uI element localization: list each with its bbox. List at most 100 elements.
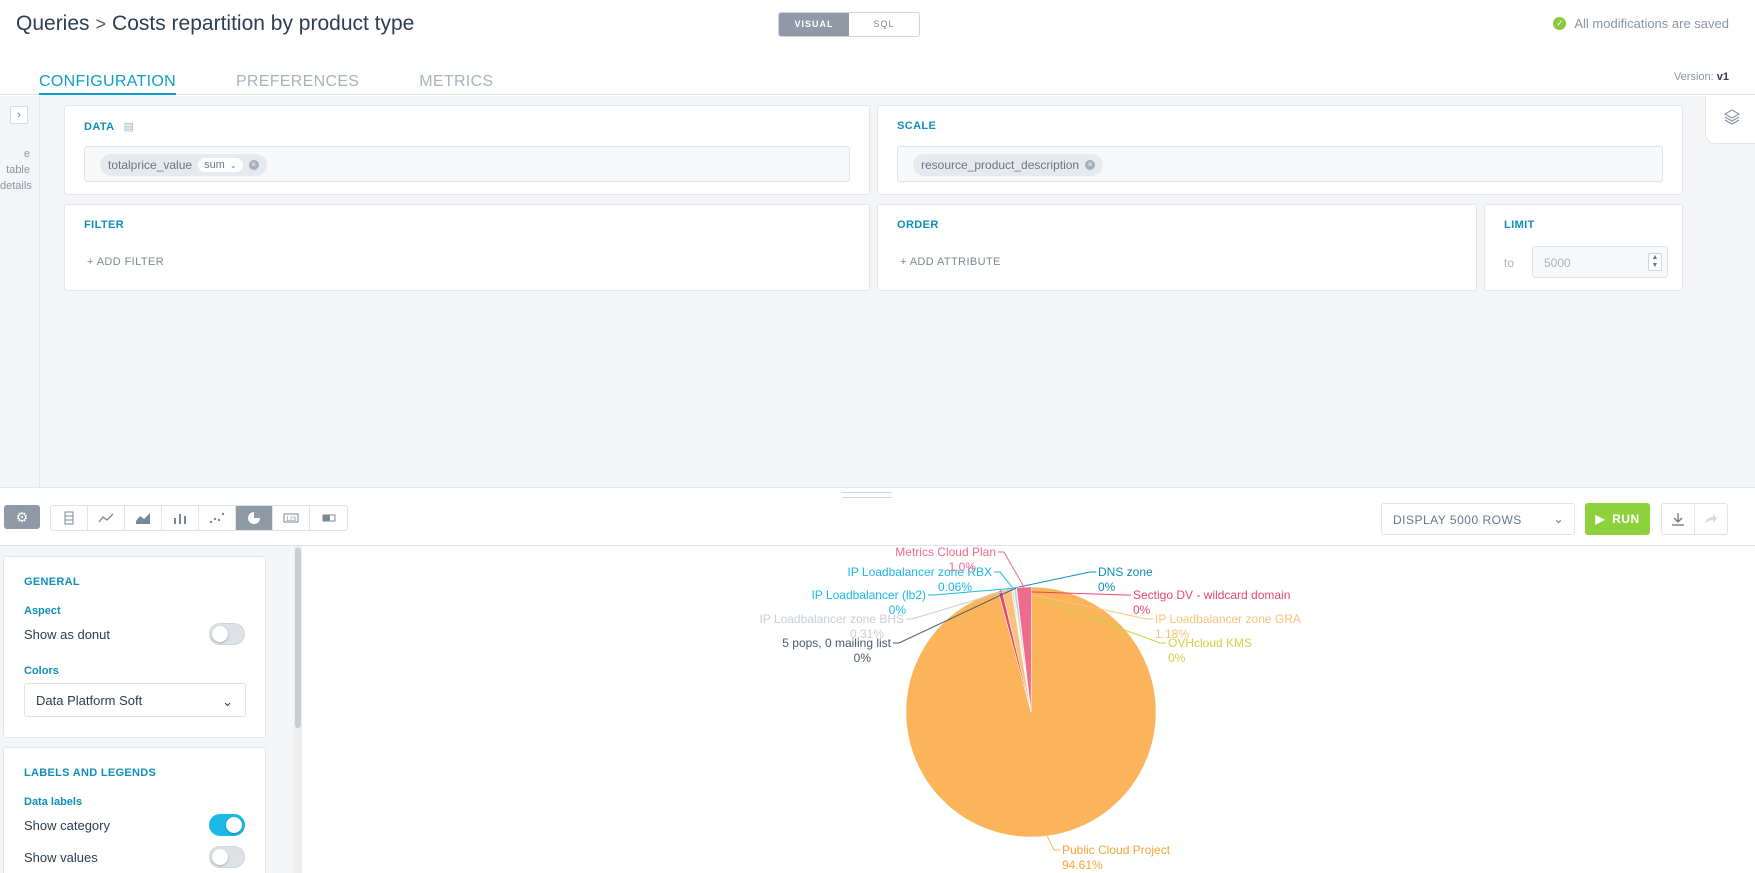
run-label: RUN <box>1612 512 1640 526</box>
aggregation-select[interactable]: sum ⌄ <box>198 158 243 172</box>
scale-dropzone[interactable]: resource_product_description × <box>897 146 1663 182</box>
divider <box>0 487 1755 488</box>
pie-label-category: IP Loadbalancer (lb2) <box>811 588 926 602</box>
limit-input[interactable]: 5000 ▲ ▼ <box>1532 246 1668 278</box>
chart-type-selector: 123 <box>50 505 348 531</box>
breadcrumb-separator: > <box>95 13 107 34</box>
pie-label-category: IP Loadbalancer zone GRA <box>1155 612 1301 626</box>
table-chart-icon[interactable] <box>51 506 88 530</box>
limit-to-label: to <box>1504 256 1515 270</box>
area-chart-icon[interactable] <box>125 506 162 530</box>
number-chart-icon[interactable]: 123 <box>273 506 310 530</box>
pie-label-value: 0% <box>1133 603 1151 617</box>
show-category-toggle[interactable] <box>209 814 245 836</box>
scrollbar-thumb[interactable] <box>295 548 301 728</box>
remove-icon[interactable]: × <box>1085 160 1096 170</box>
data-card: DATA ▤ totalprice_value sum ⌄ × <box>64 105 870 195</box>
remove-icon[interactable]: × <box>248 160 259 170</box>
plus-icon: + <box>900 256 910 268</box>
settings-gear-icon[interactable]: ⚙ <box>4 505 40 529</box>
show-category-label: Show category <box>24 818 110 833</box>
show-values-toggle[interactable] <box>209 846 245 868</box>
show-values-label: Show values <box>24 850 98 865</box>
pie-leader-line <box>1046 835 1060 851</box>
pie-label-category: Sectigo DV - wildcard domain <box>1133 588 1290 602</box>
download-icon <box>1672 513 1684 526</box>
scatter-chart-icon[interactable] <box>199 506 236 530</box>
version-label: Version: <box>1673 71 1714 83</box>
pie-label-category: Metrics Cloud Plan <box>895 546 996 559</box>
aspect-title: Aspect <box>24 605 61 617</box>
sql-mode-button[interactable]: SQL <box>849 13 919 36</box>
gauge-chart-icon[interactable] <box>310 506 347 530</box>
layers-dock[interactable] <box>1705 96 1755 144</box>
add-attribute-button[interactable]: + ADD ATTRIBUTE <box>900 256 1001 268</box>
donut-label: Show as donut <box>24 627 111 642</box>
data-title: DATA ▤ <box>84 120 134 133</box>
save-status: ✓ All modifications are saved <box>1553 16 1729 31</box>
filter-card: FILTER + ADD FILTER <box>64 204 870 291</box>
line-chart-icon[interactable] <box>88 506 125 530</box>
add-filter-label: ADD FILTER <box>96 256 165 268</box>
general-card: GENERAL Aspect Show as donut Colors Data… <box>3 556 266 738</box>
table-details-label[interactable]: e table details <box>0 146 32 194</box>
tab-metrics[interactable]: METRICS <box>419 73 493 95</box>
scale-field-chip[interactable]: resource_product_description × <box>913 154 1104 176</box>
chevron-down-icon: ⌄ <box>1553 512 1564 526</box>
scale-field-name: resource_product_description <box>921 158 1080 172</box>
tab-preferences[interactable]: PREFERENCES <box>236 73 359 95</box>
data-title-text: DATA <box>84 121 115 133</box>
scale-title: SCALE <box>897 120 937 132</box>
save-status-text: All modifications are saved <box>1574 16 1729 31</box>
breadcrumb: Queries > Costs repartition by product t… <box>16 12 414 36</box>
mode-switch: VISUAL SQL <box>778 12 920 37</box>
version-value: v1 <box>1716 71 1729 83</box>
colors-value: Data Platform Soft <box>36 693 143 708</box>
pie-label-value: 0% <box>1168 651 1186 665</box>
tab-configuration[interactable]: CONFIGURATION <box>39 73 176 95</box>
chevron-down-icon: ⌄ <box>229 160 237 170</box>
page-title: Costs repartition by product type <box>112 12 415 35</box>
colors-select[interactable]: Data Platform Soft ⌄ <box>24 683 246 717</box>
data-dropzone[interactable]: totalprice_value sum ⌄ × <box>84 146 850 182</box>
version-indicator: Version: v1 <box>1674 71 1729 83</box>
share-button[interactable] <box>1694 503 1728 535</box>
breadcrumb-root[interactable]: Queries <box>16 12 90 36</box>
left-rail: › e table details <box>0 96 40 487</box>
svg-text:123: 123 <box>286 517 297 523</box>
pie-label-value: 1.0% <box>949 560 977 574</box>
tab-bar: CONFIGURATION PREFERENCES METRICS <box>39 73 493 95</box>
limit-value: 5000 <box>1544 256 1571 270</box>
pie-chart-icon[interactable] <box>236 506 273 530</box>
add-attribute-label: ADD ATTRIBUTE <box>909 256 1001 268</box>
pie-label-value: 94.61% <box>1062 858 1103 872</box>
add-filter-button[interactable]: + ADD FILTER <box>87 256 164 268</box>
donut-toggle[interactable] <box>209 623 245 645</box>
bar-chart-icon[interactable] <box>162 506 199 530</box>
pie-label-category: Public Cloud Project <box>1062 843 1171 857</box>
pie-label-category: IP Loadbalancer zone BHS <box>759 612 904 626</box>
check-icon: ✓ <box>1553 17 1567 30</box>
pie-leader-line <box>994 571 1014 589</box>
labels-card: LABELS AND LEGENDS Data labels Show cate… <box>3 747 266 873</box>
plus-icon: + <box>87 256 97 268</box>
limit-title: LIMIT <box>1504 219 1535 231</box>
table-details-line2: details <box>0 180 32 192</box>
general-title: GENERAL <box>24 576 80 588</box>
pie-label-value: 0% <box>854 651 872 665</box>
data-field-chip[interactable]: totalprice_value sum ⌄ × <box>100 154 267 176</box>
display-rows-select[interactable]: DISPLAY 5000 ROWS ⌄ <box>1381 503 1575 535</box>
download-button[interactable] <box>1661 503 1695 535</box>
expand-chevron-icon[interactable]: › <box>10 106 28 124</box>
run-button[interactable]: ▶ RUN <box>1585 503 1650 535</box>
pie-label-category: 5 pops, 0 mailing list <box>782 636 891 650</box>
layers-icon <box>1723 109 1741 125</box>
stepper-icon[interactable]: ▲ ▼ <box>1648 253 1662 271</box>
pie-label-category: DNS zone <box>1098 565 1153 579</box>
pie-label-value: 0% <box>1098 580 1116 594</box>
panel-scrollbar[interactable] <box>294 546 302 873</box>
share-icon <box>1705 514 1717 524</box>
table-icon[interactable]: ▤ <box>124 121 135 133</box>
labels-title: LABELS AND LEGENDS <box>24 767 157 779</box>
visual-mode-button[interactable]: VISUAL <box>779 13 849 36</box>
